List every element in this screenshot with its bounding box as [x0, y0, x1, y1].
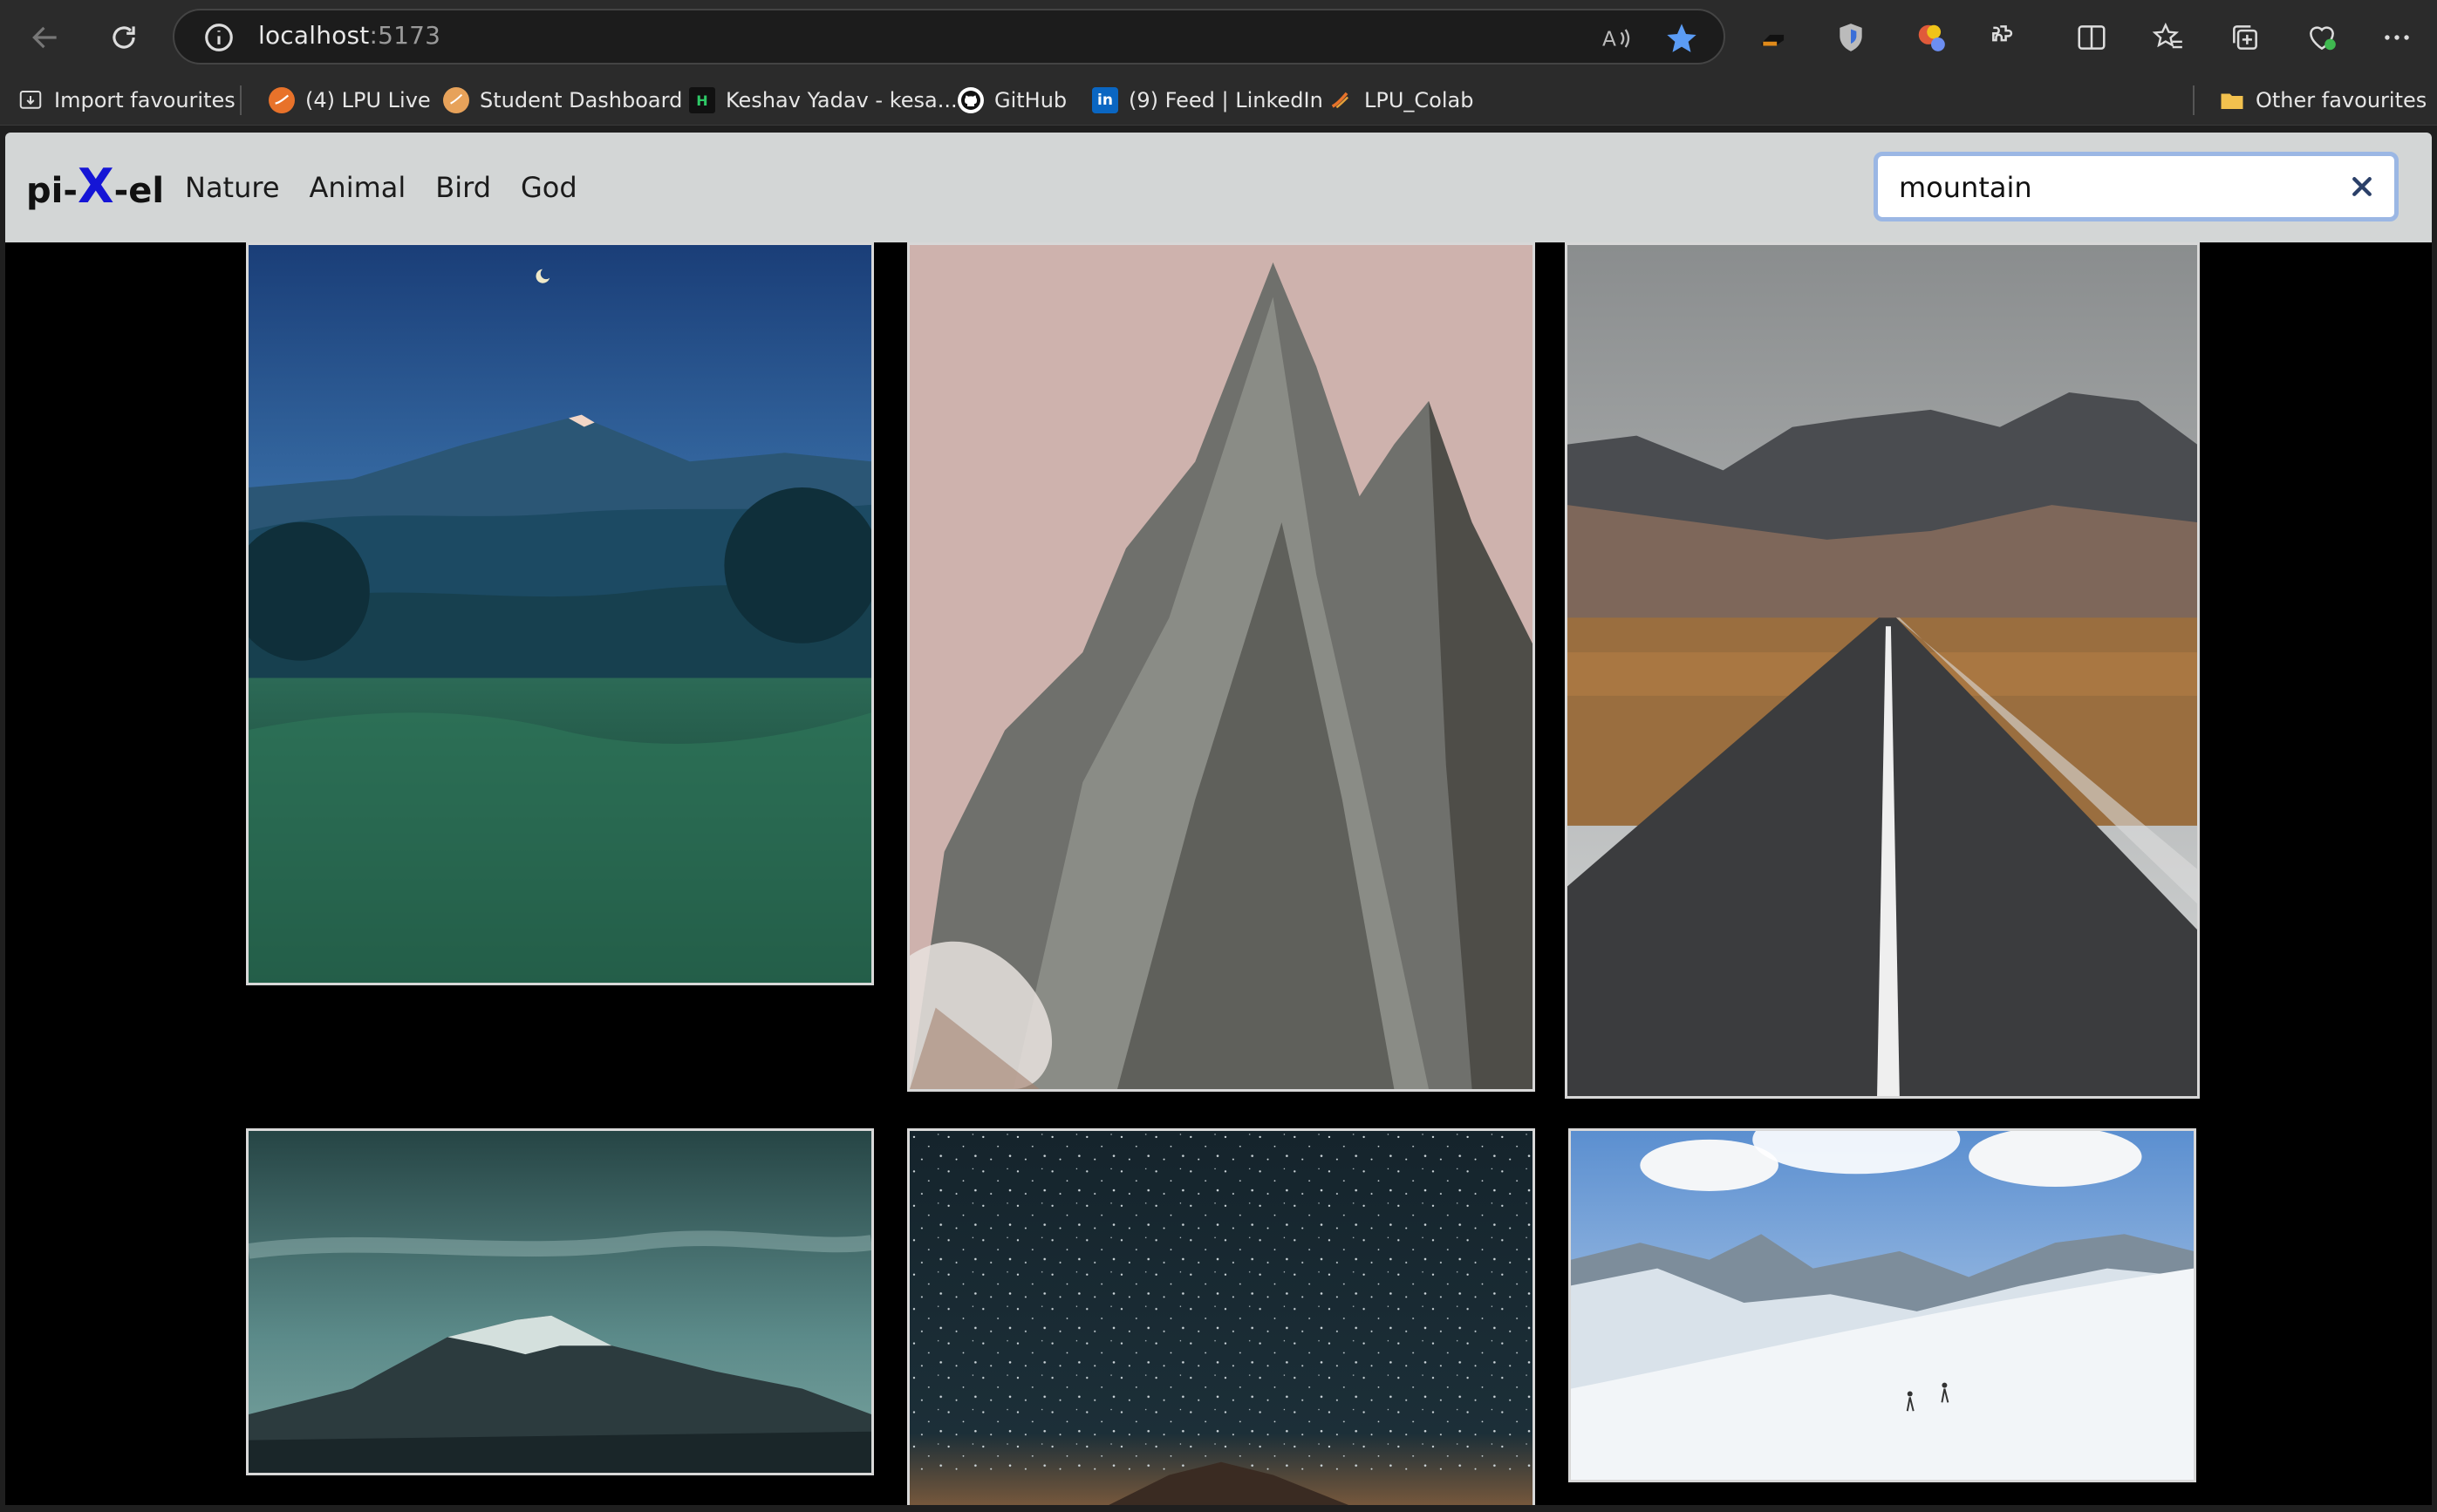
favorite-star-icon[interactable] [1664, 21, 1699, 56]
search-box[interactable] [1874, 152, 2399, 221]
bookmark-separator-2 [2193, 85, 2195, 115]
nav-link-animal[interactable]: Animal [310, 171, 406, 204]
favorites-button[interactable] [2144, 13, 2193, 62]
bookmark-import-favourites[interactable]: Import favourites [17, 84, 236, 117]
hackerrank-icon: H [689, 87, 715, 113]
bookmark-separator [240, 85, 242, 115]
reload-icon [113, 26, 135, 49]
snow-hikers-image [1571, 1131, 2194, 1480]
bookmark-lpu-colab[interactable]: LPU_Colab [1328, 84, 1473, 117]
import-icon [17, 87, 44, 113]
bookmark-other-favourites[interactable]: Other favourites [2219, 84, 2427, 117]
bookmark-student-dashboard[interactable]: Student Dashboard [443, 84, 682, 117]
info-icon[interactable] [202, 21, 236, 54]
bookmark-lpu-live[interactable]: (4) LPU Live [269, 84, 431, 117]
shield-icon [1840, 24, 1862, 51]
address-bar[interactable]: localhost:5173 A [173, 9, 1725, 65]
shield-extension-button[interactable] [1826, 13, 1875, 62]
folder-icon [2219, 87, 2245, 113]
colorful-extension-icon [1918, 24, 1945, 51]
github-icon [958, 87, 984, 113]
colab-icon [1328, 87, 1354, 113]
clear-search-icon[interactable] [2349, 174, 2375, 200]
extension-dark-icon [1761, 34, 1785, 46]
snowy-mountain-dusk-image [249, 1131, 871, 1473]
profile-extension-button[interactable] [1907, 13, 1956, 62]
favorites-star-icon [2152, 22, 2182, 49]
brand-logo[interactable]: pi-X-el [26, 159, 164, 214]
browser-essentials-button[interactable] [2297, 13, 2346, 62]
category-nav: Nature Animal Bird God [185, 171, 577, 204]
bookmark-keshav-yadav[interactable]: H Keshav Yadav - kesa... [689, 84, 958, 117]
page-viewport: pi-X-el Nature Animal Bird God [5, 133, 2432, 1505]
gallery-image[interactable] [246, 242, 874, 985]
gallery-image[interactable] [907, 242, 1535, 1092]
heart-pulse-icon [2310, 26, 2336, 51]
rocky-peak-image [910, 245, 1533, 1089]
split-screen-icon [2078, 25, 2106, 50]
back-button[interactable] [21, 13, 70, 62]
search-input[interactable] [1897, 170, 2319, 205]
starry-sky-image [910, 1131, 1533, 1505]
mountain-road-image [1567, 245, 2197, 1096]
gallery-image[interactable] [1565, 242, 2200, 1099]
url-text[interactable]: localhost:5173 [258, 21, 440, 50]
split-screen-button[interactable] [2067, 13, 2116, 62]
nav-link-nature[interactable]: Nature [185, 171, 280, 204]
reload-button[interactable] [99, 13, 148, 62]
gallery-image[interactable] [907, 1128, 1535, 1505]
nav-link-bird[interactable]: Bird [435, 171, 491, 204]
svg-text:A: A [1602, 26, 1616, 51]
extensions-button[interactable] [1980, 13, 2029, 62]
app-navbar: pi-X-el Nature Animal Bird God [5, 133, 2432, 242]
gallery-image[interactable] [1568, 1128, 2196, 1482]
more-dots-icon [2385, 35, 2409, 40]
nav-link-god[interactable]: God [521, 171, 577, 204]
gallery-image[interactable] [246, 1128, 874, 1475]
dashboard-icon [443, 87, 469, 113]
lpu-live-icon [269, 87, 295, 113]
browser-toolbar: localhost:5173 A [0, 0, 2437, 75]
bookmark-github[interactable]: GitHub [958, 84, 1067, 117]
linkedin-icon: in [1092, 87, 1118, 113]
collections-button[interactable] [2221, 13, 2270, 62]
puzzle-icon [1992, 25, 2013, 42]
read-aloud-icon[interactable]: A [1598, 21, 1633, 56]
bookmark-linkedin[interactable]: in (9) Feed | LinkedIn [1092, 84, 1323, 117]
volcano-night-image [249, 245, 871, 983]
collections-icon [2233, 25, 2257, 50]
extension-button-1[interactable] [1750, 13, 1799, 62]
arrow-left-icon [32, 26, 57, 49]
more-menu-button[interactable] [2372, 13, 2421, 62]
